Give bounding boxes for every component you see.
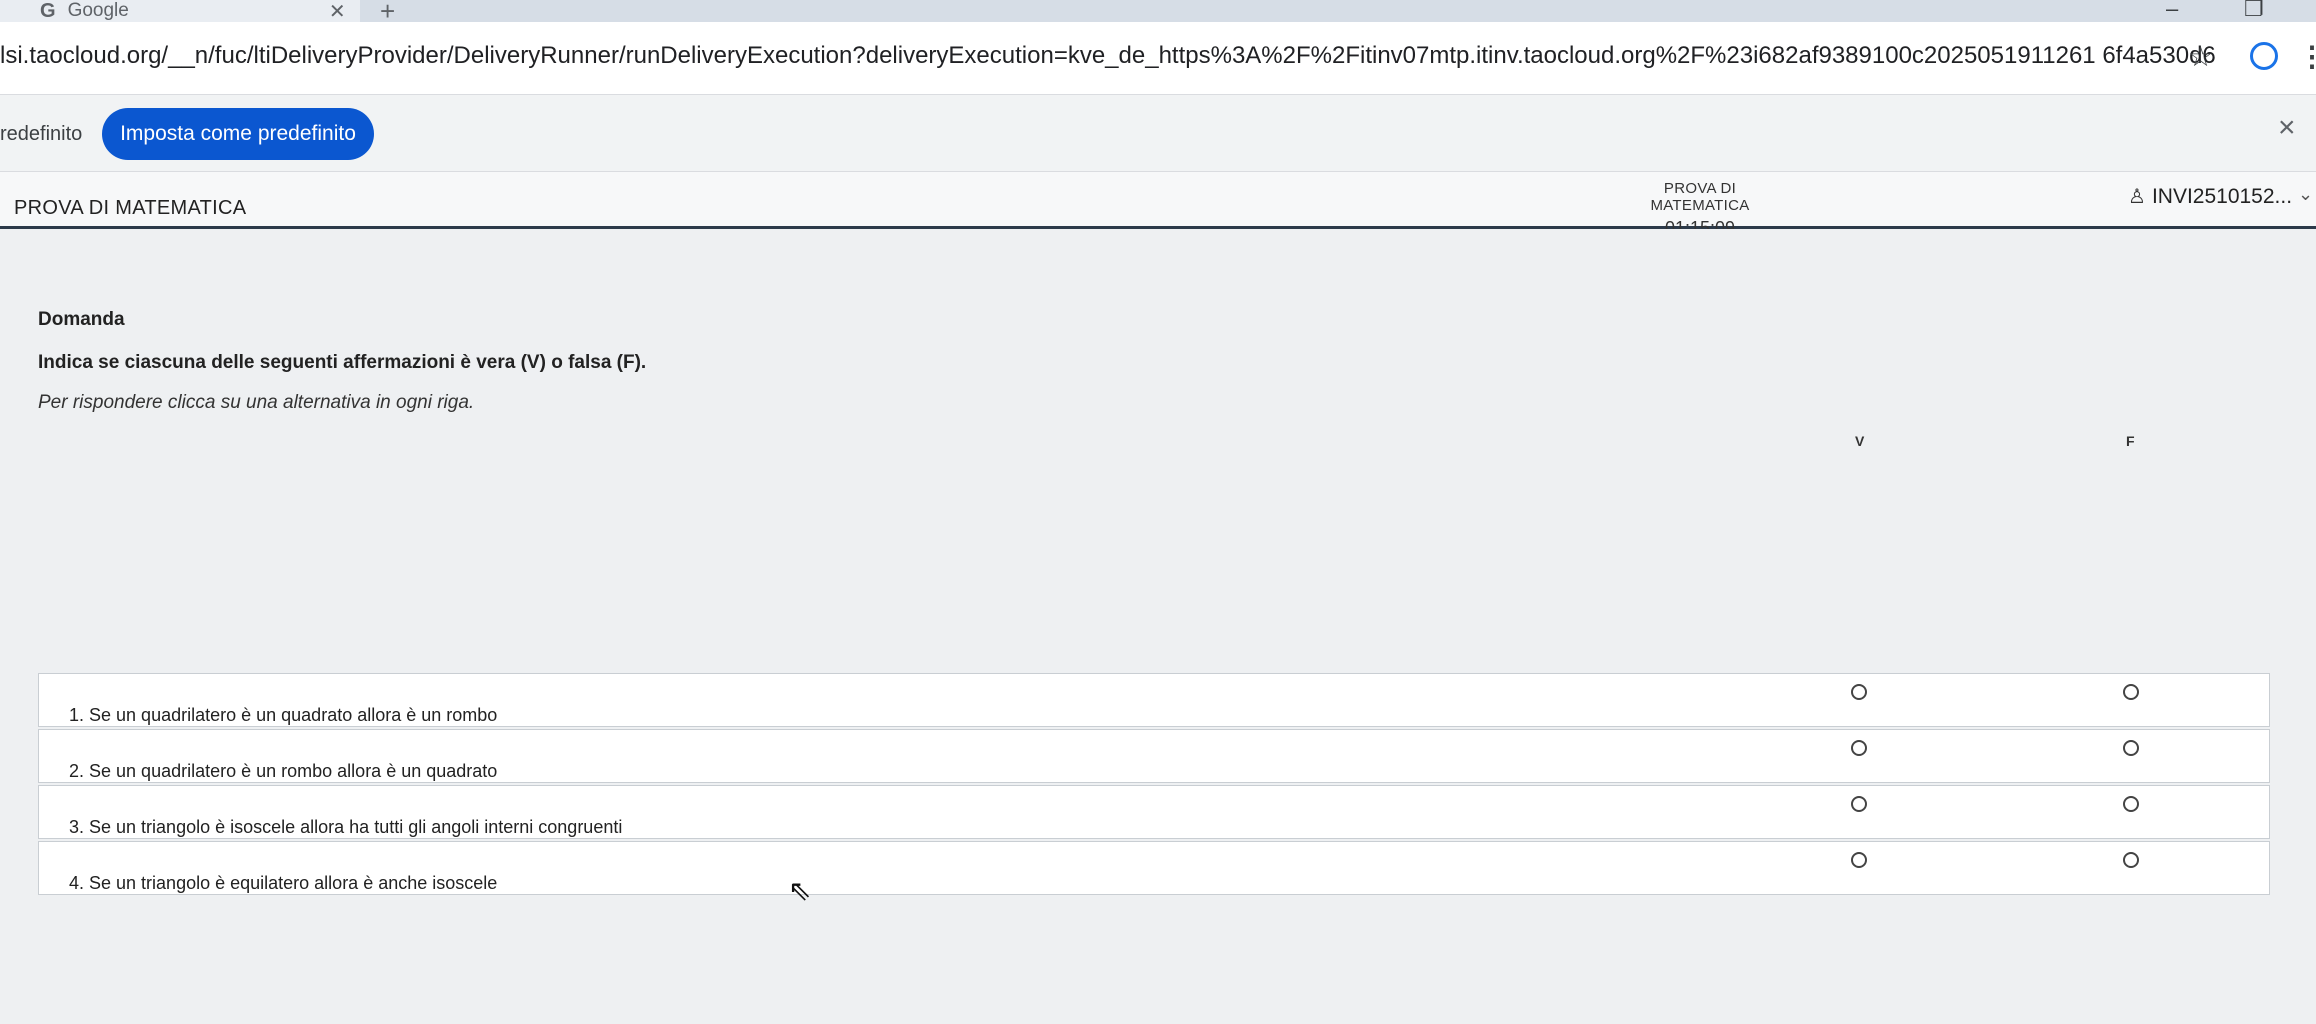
user-id: INVI2510152... (2151, 184, 2293, 208)
restore-icon[interactable]: ❐ (2244, 0, 2264, 22)
page: G Google ✕ + – ❐ lsi.taocloud.org/__n/fu… (0, 0, 2316, 1024)
profile-icon[interactable] (2250, 42, 2278, 70)
radio-v-1[interactable] (1851, 684, 1867, 700)
radio-f-2[interactable] (2123, 740, 2139, 756)
question-label: Domanda (38, 309, 125, 330)
test-title: PROVA DI MATEMATICA (1650, 180, 1750, 214)
table-row: 3. Se un triangolo è isoscele allora ha … (38, 785, 2270, 839)
page-title: PROVA DI MATEMATICA (14, 197, 247, 219)
browser-tabstrip: G Google ✕ + – ❐ (0, 0, 2316, 26)
address-bar: lsi.taocloud.org/__n/fuc/ltiDeliveryProv… (0, 22, 2316, 95)
tab-title: Google (67, 0, 129, 21)
infobar-text: redefinito (0, 123, 83, 145)
radio-f-1[interactable] (2123, 684, 2139, 700)
default-browser-infobar: redefinito Imposta come predefinito × (0, 95, 2316, 172)
user-menu[interactable]: ♙ INVI2510152... (2128, 184, 2292, 209)
column-header-v: V (1855, 433, 1865, 449)
url-field[interactable]: lsi.taocloud.org/__n/fuc/ltiDeliveryProv… (0, 42, 2216, 70)
radio-v-2[interactable] (1851, 740, 1867, 756)
google-icon: G (40, 0, 56, 22)
star-icon[interactable]: ☆ (2188, 40, 2213, 73)
column-header-f: F (2126, 433, 2135, 449)
minimize-icon[interactable]: – (2166, 0, 2178, 22)
radio-f-4[interactable] (2123, 852, 2139, 868)
radio-f-3[interactable] (2123, 796, 2139, 812)
statement-text: 2. Se un quadrilatero è un rombo allora … (69, 761, 498, 781)
table-row: 4. Se un triangolo è equilatero allora è… (38, 841, 2270, 895)
tab-close-icon[interactable]: ✕ (329, 0, 346, 24)
question-prompt: Indica se ciascuna delle seguenti afferm… (38, 352, 647, 373)
chevron-down-icon[interactable]: ⌄ (2298, 184, 2313, 205)
radio-v-3[interactable] (1851, 796, 1867, 812)
statement-text: 4. Se un triangolo è equilatero allora è… (69, 873, 498, 893)
question-area: Domanda Indica se ciascuna delle seguent… (0, 229, 2316, 1024)
app-header: PROVA DI MATEMATICA PROVA DI MATEMATICA … (0, 172, 2316, 238)
question-instruction: Per rispondere clicca su una alternativa… (38, 392, 475, 413)
mouse-pointer-icon: ⇖ (788, 875, 812, 906)
statement-text: 1. Se un quadrilatero è un quadrato allo… (69, 705, 498, 725)
user-icon: ♙ (2128, 186, 2146, 208)
kebab-menu-icon[interactable]: ⋮ (2298, 40, 2316, 73)
statement-text: 3. Se un triangolo è isoscele allora ha … (69, 817, 623, 837)
table-row: 2. Se un quadrilatero è un rombo allora … (38, 729, 2270, 783)
set-default-button[interactable]: Imposta come predefinito (102, 108, 374, 160)
table-row: 1. Se un quadrilatero è un quadrato allo… (38, 673, 2270, 727)
close-icon[interactable]: × (2278, 111, 2296, 145)
browser-tab[interactable]: G Google ✕ (0, 0, 360, 24)
radio-v-4[interactable] (1851, 852, 1867, 868)
